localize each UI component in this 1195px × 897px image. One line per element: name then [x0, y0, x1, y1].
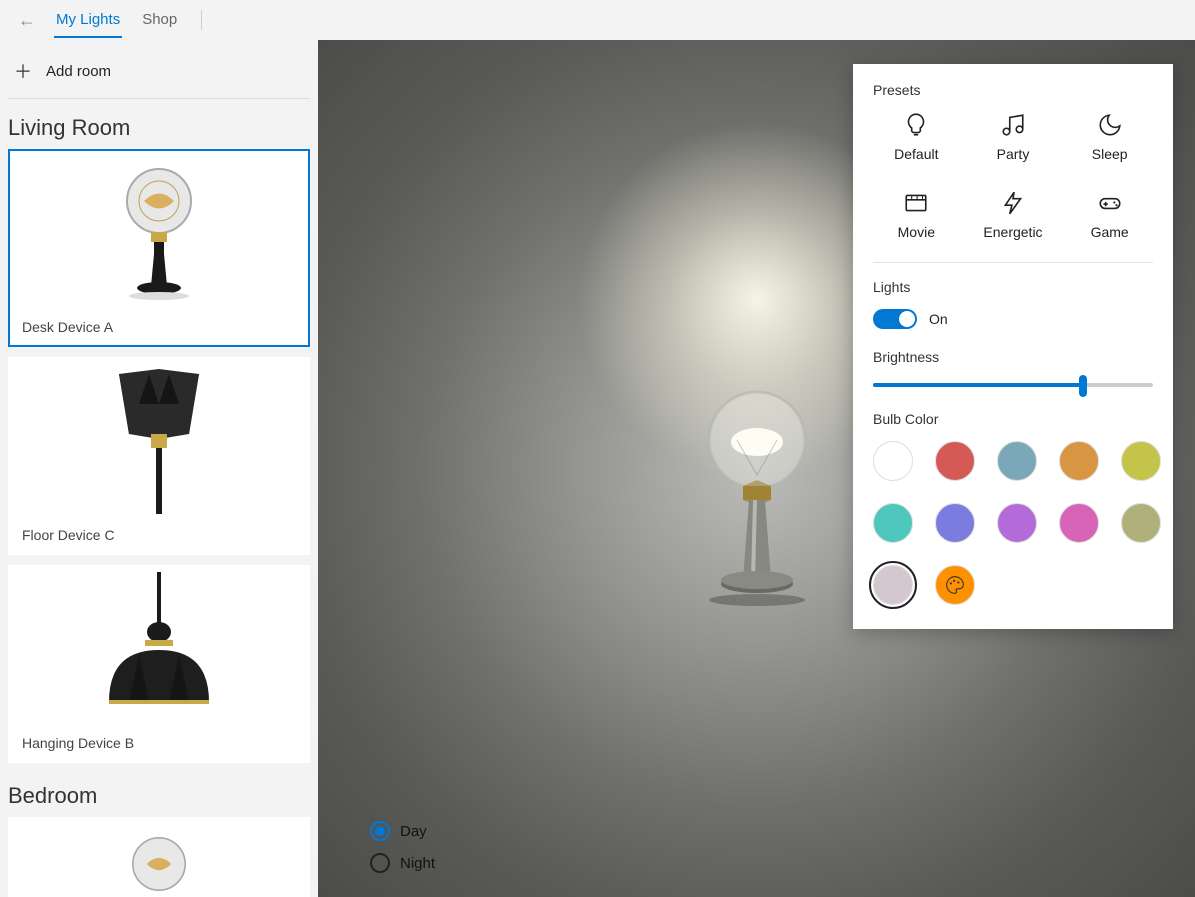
color-swatch[interactable]: [935, 503, 975, 543]
color-swatch[interactable]: [997, 503, 1037, 543]
room-title-bedroom: Bedroom: [8, 783, 310, 809]
preset-label: Energetic: [983, 224, 1042, 240]
device-card-bedroom-1[interactable]: [8, 817, 310, 897]
radio-night[interactable]: Night: [370, 853, 435, 873]
gamepad-icon: [1097, 190, 1123, 216]
color-swatch[interactable]: [935, 441, 975, 481]
room-title-living-room: Living Room: [8, 115, 310, 141]
preset-sleep[interactable]: Sleep: [1066, 112, 1153, 162]
back-arrow-icon[interactable]: ←: [18, 10, 36, 31]
device-card-desk-a[interactable]: Desk Device A: [8, 149, 310, 347]
preset-game[interactable]: Game: [1066, 190, 1153, 240]
sidebar: ＋ Add room Living Room Desk Devic: [0, 40, 318, 897]
add-room-label: Add room: [46, 63, 111, 80]
color-swatch[interactable]: [1059, 503, 1099, 543]
color-swatch[interactable]: [997, 441, 1037, 481]
radio-icon: [370, 853, 390, 873]
preview-lamp: [677, 380, 837, 620]
radio-label: Night: [400, 855, 435, 872]
device-thumb: [10, 819, 308, 897]
add-room-button[interactable]: ＋ Add room: [8, 50, 310, 92]
color-swatch[interactable]: [873, 441, 913, 481]
moon-icon: [1097, 112, 1123, 138]
preset-label: Movie: [898, 224, 935, 240]
tab-my-lights[interactable]: My Lights: [54, 3, 122, 38]
device-thumb: [10, 359, 308, 519]
preset-label: Party: [997, 146, 1030, 162]
control-panel: Presets Default Party Sleep Movie: [853, 64, 1173, 629]
device-label: Desk Device A: [10, 311, 308, 345]
desk-lamp-icon: [99, 156, 219, 306]
brightness-slider[interactable]: [873, 383, 1153, 387]
preset-label: Sleep: [1092, 146, 1128, 162]
divider: [8, 98, 310, 99]
preset-label: Default: [894, 146, 938, 162]
device-label: Floor Device C: [10, 519, 308, 553]
top-nav: ← My Lights Shop: [0, 0, 1195, 40]
music-icon: [1000, 112, 1026, 138]
palette-icon: [945, 575, 965, 595]
device-label: Hanging Device B: [10, 727, 308, 761]
lights-toggle[interactable]: [873, 309, 917, 329]
device-thumb: [10, 151, 308, 311]
color-swatches: [873, 441, 1153, 605]
lights-label: Lights: [873, 279, 1153, 295]
divider: [873, 262, 1153, 263]
color-swatch[interactable]: [1121, 503, 1161, 543]
lights-state-label: On: [929, 311, 948, 327]
color-swatch[interactable]: [1059, 441, 1099, 481]
device-thumb: [10, 567, 308, 727]
device-card-floor-c[interactable]: Floor Device C: [8, 357, 310, 555]
radio-day[interactable]: Day: [370, 821, 435, 841]
presets-grid: Default Party Sleep Movie Energetic: [873, 112, 1153, 240]
preset-party[interactable]: Party: [970, 112, 1057, 162]
device-card-hanging-b[interactable]: Hanging Device B: [8, 565, 310, 763]
brightness-label: Brightness: [873, 349, 1153, 365]
film-icon: [903, 190, 929, 216]
bulb-color-label: Bulb Color: [873, 411, 1153, 427]
floor-lamp-icon: [89, 364, 229, 514]
color-swatch-custom[interactable]: [935, 565, 975, 605]
plus-icon: ＋: [14, 58, 32, 84]
radio-label: Day: [400, 823, 427, 840]
tab-divider: [201, 10, 202, 30]
presets-label: Presets: [873, 82, 1153, 98]
slider-thumb[interactable]: [1079, 375, 1087, 397]
hanging-lamp-icon: [79, 572, 239, 722]
day-night-selector: Day Night: [370, 821, 435, 873]
bolt-icon: [1000, 190, 1026, 216]
color-swatch[interactable]: [1121, 441, 1161, 481]
preview-area: Day Night Presets Default Party: [318, 40, 1195, 897]
preset-label: Game: [1091, 224, 1129, 240]
preset-default[interactable]: Default: [873, 112, 960, 162]
color-swatch[interactable]: [873, 503, 913, 543]
desk-lamp-icon: [109, 819, 209, 897]
preset-energetic[interactable]: Energetic: [970, 190, 1057, 240]
slider-fill: [873, 383, 1083, 387]
color-swatch[interactable]: [873, 565, 913, 605]
preset-movie[interactable]: Movie: [873, 190, 960, 240]
tab-shop[interactable]: Shop: [140, 3, 179, 38]
bulb-icon: [903, 112, 929, 138]
radio-icon: [370, 821, 390, 841]
